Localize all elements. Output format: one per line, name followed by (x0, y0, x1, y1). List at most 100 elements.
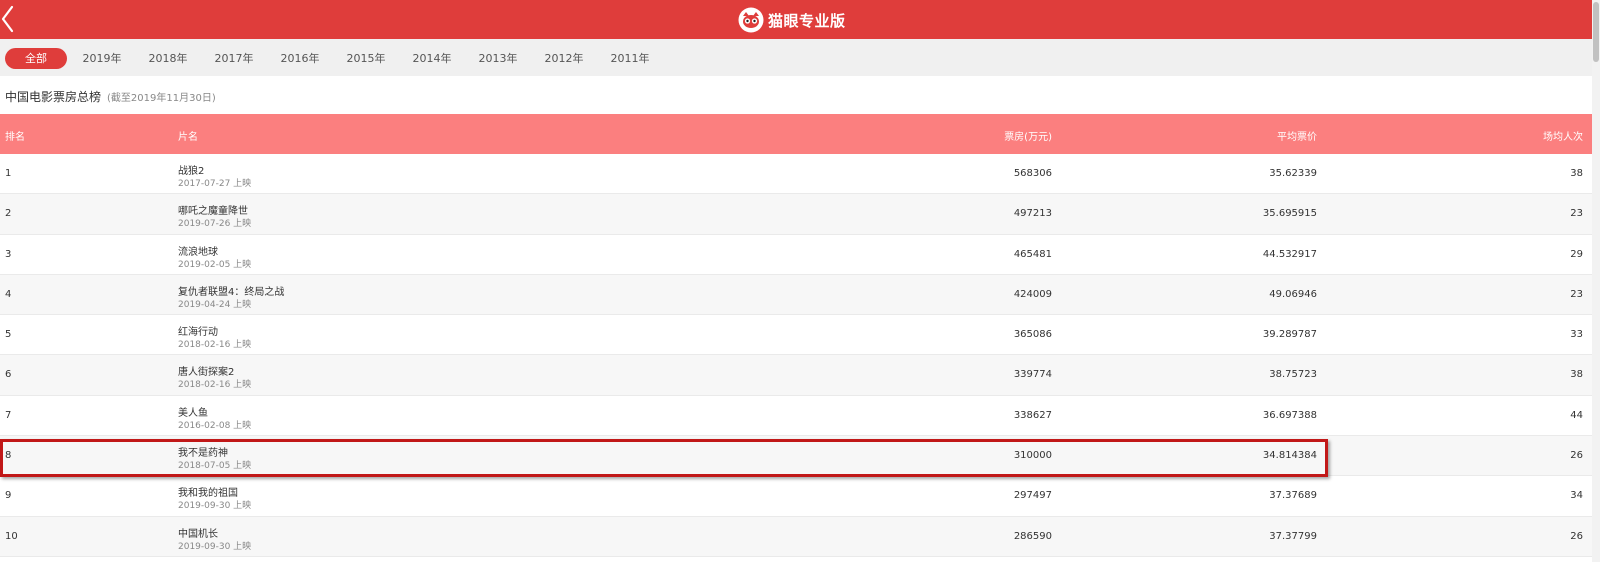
avg-price-value: 39.289787 (1262, 329, 1317, 341)
table-row[interactable]: 7 美人鱼 2016-02-08 上映 338627 36.697388 44 (0, 396, 1592, 437)
release-date: 2019-09-30 上映 (178, 501, 252, 512)
tab-2016[interactable]: 2016年 (276, 48, 324, 69)
table-row[interactable]: 4 复仇者联盟4：终局之战 2019-04-24 上映 424009 49.06… (0, 274, 1592, 316)
tab-2013[interactable]: 2013年 (474, 48, 522, 69)
page-title: 中国电影票房总榜 (截至2019年11月30日) (5, 88, 216, 105)
row-rank: 9 (5, 490, 12, 502)
chevron-left-icon (1, 5, 14, 33)
row-movie: 中国机长 2019-09-30 上映 (178, 517, 478, 557)
row-rank: 4 (5, 288, 12, 300)
column-header-avg-people[interactable]: 场均人次 (1543, 128, 1583, 143)
release-date: 2018-02-16 上映 (178, 380, 252, 391)
box-office-value: 465481 (1013, 248, 1052, 260)
table-row[interactable]: 2 哪吒之魔童降世 2019-07-26 上映 497213 35.695915… (0, 194, 1592, 235)
movie-title[interactable]: 流浪地球 (178, 243, 218, 258)
movie-title[interactable]: 我不是药神 (178, 444, 228, 459)
column-header-avg-price[interactable]: 平均票价 (1277, 128, 1317, 143)
table-row[interactable]: 9 我和我的祖国 2019-09-30 上映 297497 37.37689 3… (0, 476, 1592, 517)
row-movie: 流浪地球 2019-02-05 上映 (178, 235, 478, 275)
row-movie: 我和我的祖国 2019-09-30 上映 (178, 476, 478, 516)
row-rank: 3 (5, 248, 12, 260)
box-office-value: 297497 (1013, 490, 1052, 502)
box-office-value: 365086 (1013, 329, 1052, 341)
row-movie: 哪吒之魔童降世 2019-07-26 上映 (178, 194, 478, 234)
avg-price-value: 34.814384 (1262, 450, 1317, 462)
row-movie: 复仇者联盟4：终局之战 2019-04-24 上映 (178, 275, 478, 315)
release-date: 2019-07-26 上映 (178, 219, 252, 230)
tab-2012[interactable]: 2012年 (540, 48, 588, 69)
release-date: 2017-07-27 上映 (178, 179, 252, 189)
release-date: 2016-02-08 上映 (178, 420, 252, 431)
avg-people-value: 44 (1570, 409, 1583, 421)
column-header-rank[interactable]: 排名 (5, 128, 25, 143)
row-rank: 7 (5, 409, 12, 421)
row-movie: 美人鱼 2016-02-08 上映 (178, 396, 478, 436)
box-office-value: 424009 (1013, 288, 1052, 300)
table-row[interactable]: 1 战狼2 2017-07-27 上映 568306 35.62339 38 (0, 154, 1592, 195)
box-office-value: 310000 (1013, 450, 1052, 462)
avg-price-value: 49.06946 (1269, 288, 1317, 300)
table-body: 1 战狼2 2017-07-27 上映 568306 35.62339 38 2… (0, 154, 1592, 557)
movie-title[interactable]: 我和我的祖国 (178, 484, 238, 499)
brand: 猫眼专业版 (738, 5, 846, 35)
table-row[interactable]: 3 流浪地球 2019-02-05 上映 465481 44.532917 29 (0, 235, 1592, 275)
back-button[interactable] (0, 3, 26, 35)
movie-title[interactable]: 美人鱼 (178, 404, 208, 419)
tab-2018[interactable]: 2018年 (144, 48, 192, 69)
tab-all[interactable]: 全部 (5, 48, 67, 69)
movie-title[interactable]: 唐人街探案2 (178, 363, 234, 378)
release-date: 2019-04-24 上映 (178, 299, 252, 310)
row-movie: 唐人街探案2 2018-02-16 上映 (178, 355, 478, 395)
avg-price-value: 44.532917 (1262, 248, 1317, 260)
release-date: 2018-02-16 上映 (178, 340, 252, 351)
table-row[interactable]: 5 红海行动 2018-02-16 上映 365086 39.289787 33 (0, 315, 1592, 356)
movie-title[interactable]: 哪吒之魔童降世 (178, 202, 248, 217)
box-office-value: 286590 (1013, 530, 1052, 542)
column-header-name[interactable]: 片名 (178, 128, 198, 143)
box-office-value: 338627 (1013, 409, 1052, 421)
table-row[interactable]: 10 中国机长 2019-09-30 上映 286590 37.37799 26 (0, 516, 1592, 557)
row-movie: 战狼2 2017-07-27 上映 (178, 154, 478, 194)
top-bar: 猫眼专业版 (0, 0, 1592, 39)
release-date: 2018-07-05 上映 (178, 461, 252, 472)
row-rank: 2 (5, 208, 12, 220)
scrollbar-thumb[interactable] (1593, 2, 1599, 62)
avg-price-value: 38.75723 (1269, 369, 1317, 381)
row-rank: 10 (5, 530, 18, 542)
avg-people-value: 29 (1570, 248, 1583, 260)
table-header: 排名 片名 票房(万元) 平均票价 场均人次 (0, 114, 1592, 154)
tab-2015[interactable]: 2015年 (342, 48, 390, 69)
tab-2017[interactable]: 2017年 (210, 48, 258, 69)
tab-2011[interactable]: 2011年 (606, 48, 654, 69)
table-row[interactable]: 6 唐人街探案2 2018-02-16 上映 339774 38.75723 3… (0, 355, 1592, 396)
movie-title[interactable]: 战狼2 (178, 162, 204, 177)
year-tabs: 全部 2019年 2018年 2017年 2016年 2015年 2014年 2… (0, 39, 1592, 76)
ranking-title: 中国电影票房总榜 (5, 90, 102, 104)
avg-people-value: 38 (1570, 168, 1583, 179)
row-rank: 5 (5, 329, 12, 341)
movie-title[interactable]: 复仇者联盟4：终局之战 (178, 283, 284, 298)
vertical-scrollbar[interactable] (1592, 0, 1600, 562)
avg-people-value: 23 (1570, 288, 1583, 300)
row-movie: 我不是药神 2018-07-05 上映 (178, 436, 478, 476)
table-row-highlighted[interactable]: 8 我不是药神 2018-07-05 上映 310000 34.814384 2… (0, 436, 1592, 477)
tab-2014[interactable]: 2014年 (408, 48, 456, 69)
avg-people-value: 33 (1570, 329, 1583, 341)
avg-people-value: 38 (1570, 369, 1583, 381)
row-rank: 6 (5, 369, 12, 381)
avg-price-value: 35.62339 (1269, 168, 1317, 179)
avg-people-value: 23 (1570, 208, 1583, 220)
box-office-value: 339774 (1013, 369, 1052, 381)
release-date: 2019-09-30 上映 (178, 541, 252, 552)
avg-people-value: 26 (1570, 530, 1583, 542)
cat-eye-logo-icon (738, 7, 764, 33)
movie-title[interactable]: 中国机长 (178, 525, 218, 540)
box-office-value: 497213 (1013, 208, 1052, 220)
movie-title[interactable]: 红海行动 (178, 323, 218, 338)
avg-price-value: 35.695915 (1262, 208, 1317, 220)
box-office-value: 568306 (1013, 168, 1052, 179)
avg-price-value: 37.37799 (1269, 530, 1317, 542)
column-header-box-office[interactable]: 票房(万元) (1004, 128, 1052, 143)
row-movie: 红海行动 2018-02-16 上映 (178, 315, 478, 355)
tab-2019[interactable]: 2019年 (78, 48, 126, 69)
